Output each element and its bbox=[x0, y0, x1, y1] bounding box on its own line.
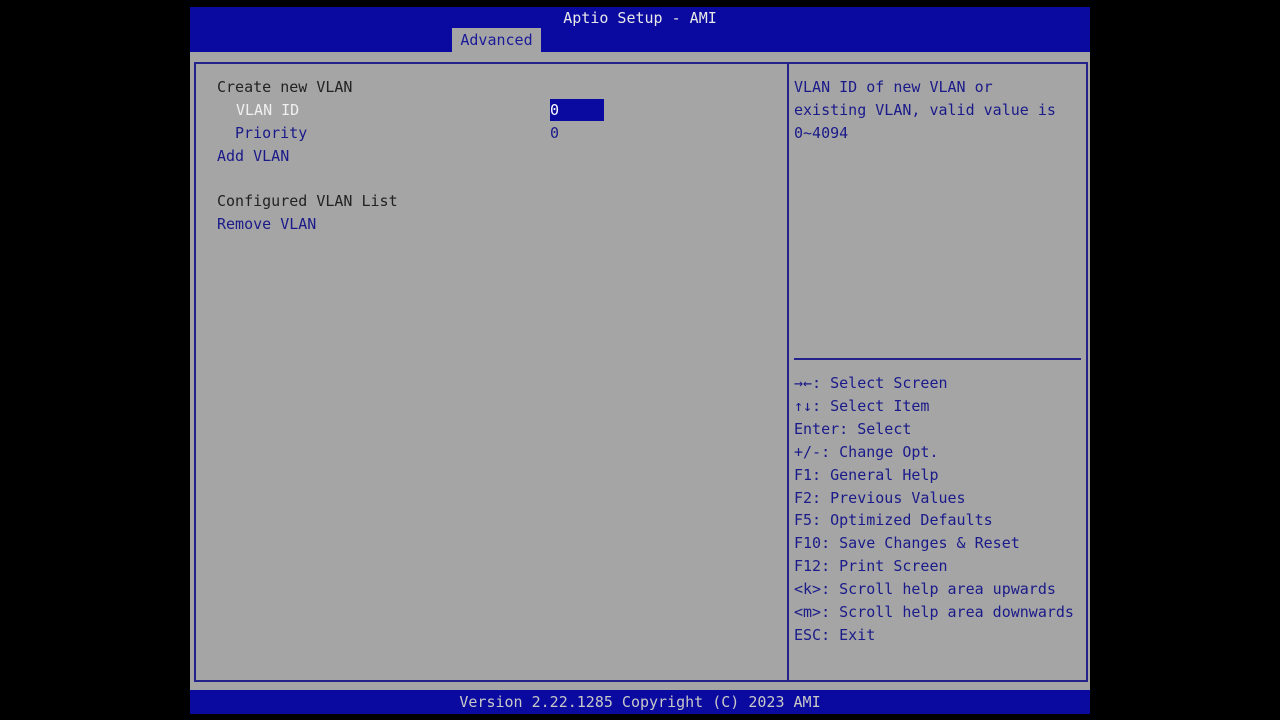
priority-input[interactable]: 0 bbox=[550, 124, 559, 142]
key-hint: <k>: Scroll help area upwards bbox=[794, 580, 1056, 598]
tab-advanced[interactable]: Advanced bbox=[452, 28, 541, 52]
vlan-id-label[interactable]: VLAN ID bbox=[236, 101, 299, 119]
remove-vlan-button[interactable]: Remove VLAN bbox=[217, 215, 316, 233]
key-hint: F5: Optimized Defaults bbox=[794, 511, 993, 529]
create-vlan-heading: Create new VLAN bbox=[217, 78, 353, 96]
help-text: existing VLAN, valid value is bbox=[794, 101, 1056, 119]
bios-screen: Aptio Setup - AMI Advanced Create new VL… bbox=[190, 7, 1090, 714]
key-hint: F1: General Help bbox=[794, 466, 939, 484]
vlan-id-input[interactable]: 0 bbox=[550, 99, 604, 121]
key-hint: ↑↓: Select Item bbox=[794, 397, 930, 415]
configured-vlan-heading: Configured VLAN List bbox=[217, 192, 398, 210]
app-title: Aptio Setup - AMI bbox=[563, 9, 717, 27]
key-hint: <m>: Scroll help area downwards bbox=[794, 603, 1074, 621]
key-hint: F12: Print Screen bbox=[794, 557, 948, 575]
key-hint: +/-: Change Opt. bbox=[794, 443, 939, 461]
help-panel: VLAN ID of new VLAN or existing VLAN, va… bbox=[787, 62, 1088, 682]
add-vlan-button[interactable]: Add VLAN bbox=[217, 147, 289, 165]
help-text: VLAN ID of new VLAN or bbox=[794, 78, 993, 96]
divider bbox=[794, 358, 1081, 360]
priority-label[interactable]: Priority bbox=[235, 124, 307, 142]
help-text: 0~4094 bbox=[794, 124, 849, 142]
key-hint: →←: Select Screen bbox=[794, 374, 948, 392]
header-bar: Aptio Setup - AMI Advanced bbox=[190, 7, 1090, 52]
footer-version: Version 2.22.1285 Copyright (C) 2023 AMI bbox=[190, 690, 1090, 714]
key-hint: F10: Save Changes & Reset bbox=[794, 534, 1020, 552]
key-hint: ESC: Exit bbox=[794, 626, 876, 644]
key-hint: Enter: Select bbox=[794, 420, 912, 438]
key-hint: F2: Previous Values bbox=[794, 489, 966, 507]
settings-panel: Create new VLAN VLAN ID 0 Priority 0 Add… bbox=[194, 62, 789, 682]
